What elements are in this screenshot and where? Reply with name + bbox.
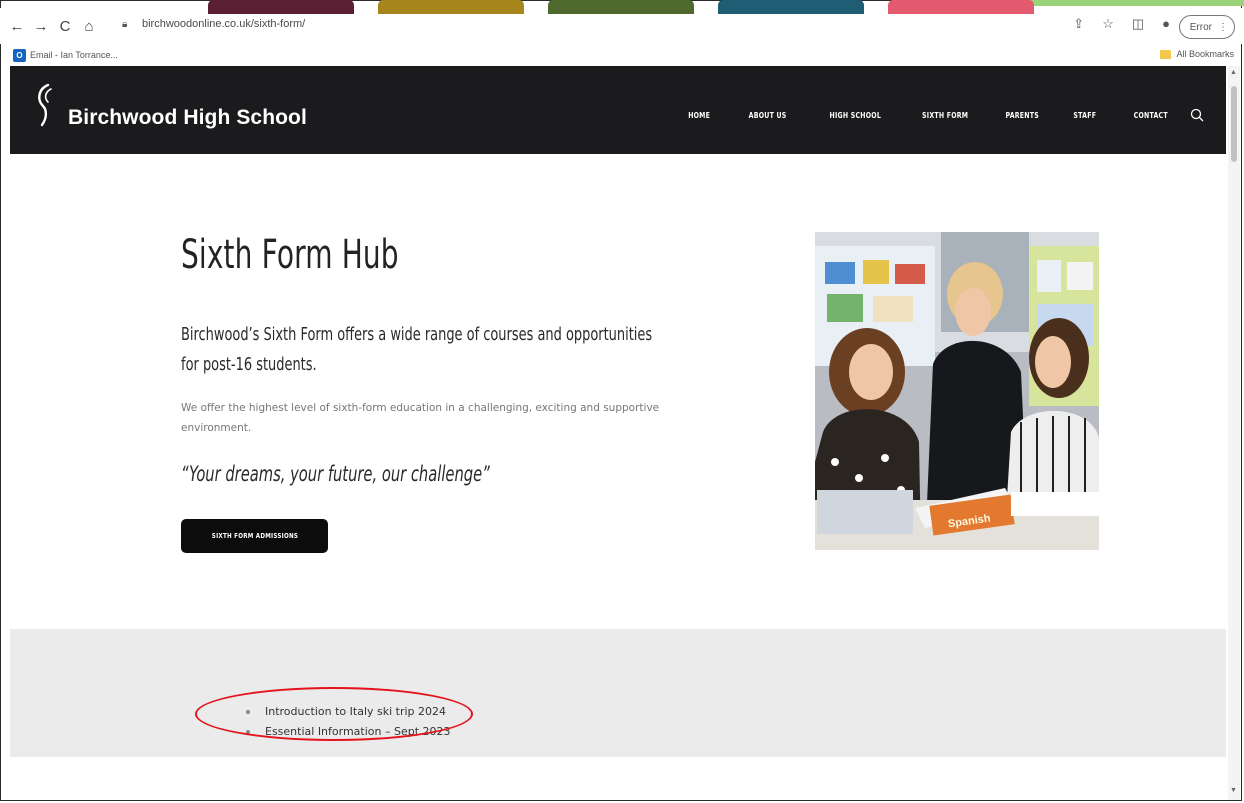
scroll-thumb[interactable] (1231, 86, 1237, 162)
search-icon[interactable] (1190, 108, 1204, 122)
page-scrollbar[interactable]: ▲ ▼ (1228, 66, 1240, 800)
hero-body-text: We offer the highest level of sixth-form… (181, 402, 660, 434)
bookmarks-bar: O Email - Ian Torrance... All Bookmarks (0, 44, 1244, 66)
url-text[interactable]: birchwoodonline.co.uk/sixth-form/ (142, 18, 305, 30)
error-button[interactable]: Error ⋮ (1178, 15, 1235, 39)
site-name[interactable]: Birchwood High School (68, 106, 307, 130)
folder-icon (1160, 49, 1172, 59)
toolbar-icons: ⇪ ☆ ◫ ● (1073, 16, 1170, 32)
side-panel-icon[interactable]: ◫ (1132, 16, 1144, 32)
cta-label: SIXTH FORM ADMISSIONS (211, 532, 298, 540)
link-italy-ski-trip[interactable]: Introduction to Italy ski trip 2024 (245, 702, 451, 722)
nav-staff[interactable]: STAFF (1073, 111, 1096, 120)
address-bar[interactable]: 🔒︎ birchwoodonline.co.uk/sixth-form/ (118, 12, 1176, 36)
scroll-up-icon[interactable]: ▲ (1230, 69, 1237, 76)
tile-4[interactable] (718, 0, 864, 14)
nav-parents[interactable]: PARENTS (1005, 111, 1039, 120)
forward-icon[interactable]: → (30, 15, 52, 37)
hero-quote: “Your dreams, your future, our challenge… (181, 462, 490, 486)
reload-icon[interactable]: C (54, 15, 76, 37)
hero-photo: Spanish (815, 232, 1099, 550)
tile-1[interactable] (208, 0, 354, 14)
home-icon[interactable]: ⌂ (78, 15, 100, 37)
all-bookmarks-label: All Bookmarks (1176, 49, 1234, 59)
nav-contact[interactable]: CONTACT (1134, 111, 1168, 120)
scroll-down-icon[interactable]: ▼ (1230, 787, 1237, 794)
tile-3[interactable] (548, 0, 694, 14)
all-bookmarks-button[interactable]: All Bookmarks (1160, 49, 1234, 59)
documents-section (10, 629, 1226, 757)
nav-sixth-form[interactable]: SIXTH FORM (922, 111, 968, 120)
hero-lead-text: Birchwood’s Sixth Form offers a wide ran… (181, 324, 653, 375)
bookmark-email[interactable]: Email - Ian Torrance... (30, 50, 118, 60)
sixth-form-admissions-button[interactable]: SIXTH FORM ADMISSIONS (181, 519, 328, 553)
profile-icon[interactable]: ● (1162, 16, 1170, 32)
nav-about-us[interactable]: ABOUT US (749, 111, 787, 120)
kebab-menu-icon[interactable]: ⋮ (1218, 22, 1228, 33)
nav-high-school[interactable]: HIGH SCHOOL (829, 111, 881, 120)
link-essential-information[interactable]: Essential Information – Sept 2023 (245, 722, 451, 742)
document-links: Introduction to Italy ski trip 2024 Esse… (205, 702, 451, 742)
error-label: Error (1189, 21, 1212, 33)
tile-2[interactable] (378, 0, 524, 14)
tile-5[interactable] (888, 0, 1034, 14)
back-icon[interactable]: ← (6, 15, 28, 37)
site-header: Birchwood High School HOME ABOUT US HIGH… (10, 66, 1226, 154)
bookmark-star-icon[interactable]: ☆ (1102, 16, 1114, 32)
outlook-icon: O (13, 48, 26, 62)
school-logo-icon[interactable] (34, 82, 56, 128)
page-title: Sixth Form Hub (181, 232, 399, 278)
lock-icon: 🔒︎ (122, 18, 128, 30)
main-nav: HOME ABOUT US HIGH SCHOOL SIXTH FORM PAR… (654, 108, 1204, 122)
share-icon[interactable]: ⇪ (1073, 16, 1084, 32)
nav-home[interactable]: HOME (688, 111, 710, 120)
